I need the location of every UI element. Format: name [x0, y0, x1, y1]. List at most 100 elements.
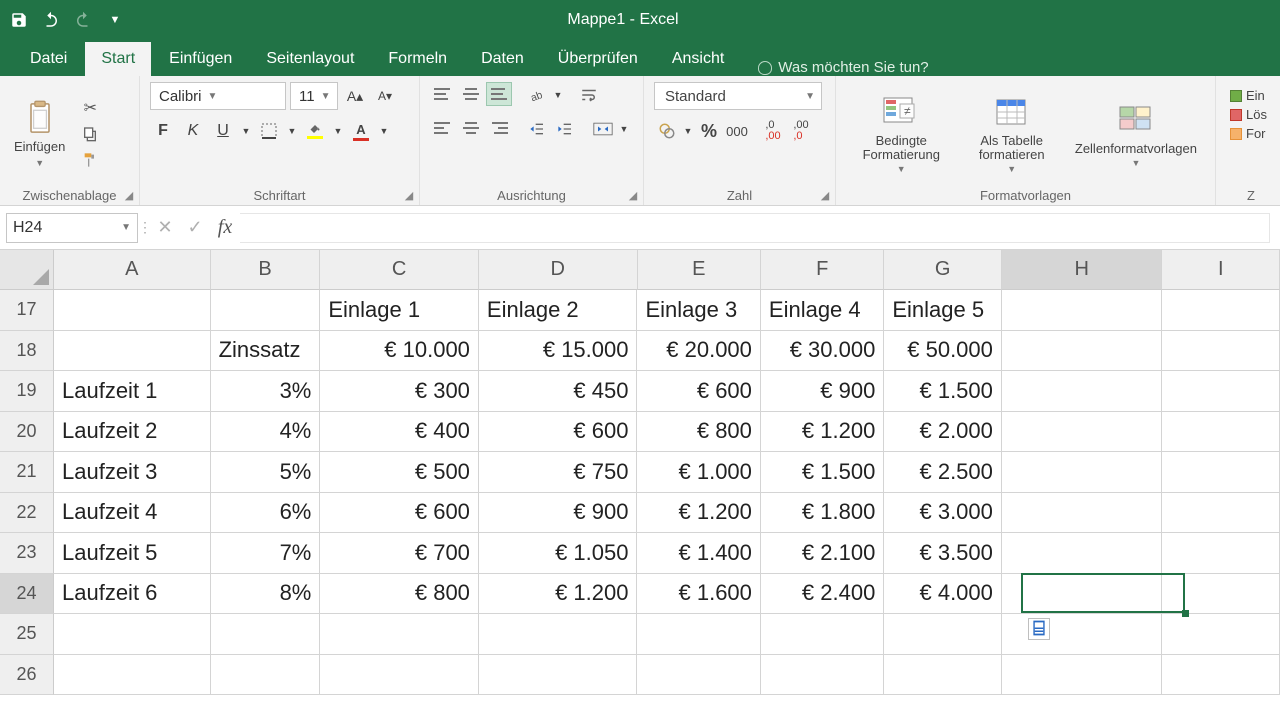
- cell-C19[interactable]: € 300: [320, 371, 479, 412]
- percent-button[interactable]: %: [696, 118, 722, 144]
- column-header-F[interactable]: F: [761, 250, 884, 290]
- cell-D21[interactable]: € 750: [479, 452, 638, 493]
- cell-G23[interactable]: € 3.500: [884, 533, 1002, 574]
- cell-E19[interactable]: € 600: [637, 371, 760, 412]
- cell-C18[interactable]: € 10.000: [320, 331, 479, 372]
- cell-F19[interactable]: € 900: [761, 371, 884, 412]
- tab-ueberpruefen[interactable]: Überprüfen: [542, 42, 654, 76]
- launcher-icon[interactable]: ◢: [627, 189, 639, 201]
- cell-E21[interactable]: € 1.000: [637, 452, 760, 493]
- format-cells-button[interactable]: For: [1230, 126, 1276, 141]
- enter-formula-icon[interactable]: ✓: [180, 213, 210, 243]
- cut-icon[interactable]: ✂: [77, 97, 103, 119]
- undo-icon[interactable]: [40, 9, 62, 31]
- cell-I21[interactable]: [1162, 452, 1280, 493]
- cell-B23[interactable]: 7%: [211, 533, 321, 574]
- redo-icon[interactable]: [72, 9, 94, 31]
- select-all-corner[interactable]: [0, 250, 54, 290]
- launcher-icon[interactable]: ◢: [123, 189, 135, 201]
- cell-E22[interactable]: € 1.200: [637, 493, 760, 534]
- align-top-icon[interactable]: [430, 82, 456, 106]
- cell-F25[interactable]: [761, 614, 884, 655]
- row-header-20[interactable]: 20: [0, 412, 54, 453]
- font-size-combo[interactable]: 11▼: [290, 82, 338, 110]
- cell-A25[interactable]: [54, 614, 211, 655]
- borders-button[interactable]: [256, 118, 282, 144]
- tab-daten[interactable]: Daten: [465, 42, 540, 76]
- font-color-button[interactable]: A: [348, 118, 374, 144]
- cell-G20[interactable]: € 2.000: [884, 412, 1002, 453]
- column-header-B[interactable]: B: [211, 250, 321, 290]
- row-header-21[interactable]: 21: [0, 452, 54, 493]
- accounting-format-button[interactable]: [654, 118, 680, 144]
- cell-B22[interactable]: 6%: [211, 493, 321, 534]
- cell-G21[interactable]: € 2.500: [884, 452, 1002, 493]
- align-left-icon[interactable]: [430, 116, 456, 140]
- format-painter-icon[interactable]: [77, 149, 103, 171]
- align-middle-icon[interactable]: [458, 82, 484, 106]
- cell-I22[interactable]: [1162, 493, 1280, 534]
- cell-C23[interactable]: € 700: [320, 533, 479, 574]
- cell-G17[interactable]: Einlage 5: [884, 290, 1002, 331]
- cell-B18[interactable]: Zinssatz: [211, 331, 321, 372]
- cell-D22[interactable]: € 900: [479, 493, 638, 534]
- cell-D20[interactable]: € 600: [479, 412, 638, 453]
- increase-indent-icon[interactable]: [552, 116, 578, 142]
- cell-I20[interactable]: [1162, 412, 1280, 453]
- format-as-table-button[interactable]: Als Tabelle formatieren ▼: [957, 94, 1067, 175]
- align-center-icon[interactable]: [458, 116, 484, 140]
- font-name-combo[interactable]: Calibri▼: [150, 82, 286, 110]
- cell-F23[interactable]: € 2.100: [761, 533, 884, 574]
- column-header-A[interactable]: A: [54, 250, 211, 290]
- underline-button[interactable]: U: [210, 118, 236, 144]
- decrease-decimal-icon[interactable]: ,00,0: [788, 118, 814, 144]
- qat-customize-icon[interactable]: ▼: [104, 9, 126, 31]
- cell-B17[interactable]: [211, 290, 321, 331]
- comma-style-button[interactable]: 000: [724, 118, 750, 144]
- cell-A26[interactable]: [54, 655, 211, 696]
- wrap-text-button[interactable]: [576, 82, 602, 108]
- bold-button[interactable]: F: [150, 118, 176, 144]
- cell-D23[interactable]: € 1.050: [479, 533, 638, 574]
- cell-B21[interactable]: 5%: [211, 452, 321, 493]
- row-header-23[interactable]: 23: [0, 533, 54, 574]
- cell-G26[interactable]: [884, 655, 1002, 696]
- cell-A24[interactable]: Laufzeit 6: [54, 574, 211, 615]
- cell-G19[interactable]: € 1.500: [884, 371, 1002, 412]
- orientation-dropdown-icon[interactable]: ▼: [552, 82, 564, 108]
- cell-I23[interactable]: [1162, 533, 1280, 574]
- cell-G22[interactable]: € 3.000: [884, 493, 1002, 534]
- column-header-D[interactable]: D: [479, 250, 638, 290]
- tab-einfuegen[interactable]: Einfügen: [153, 42, 248, 76]
- cancel-formula-icon[interactable]: ✕: [150, 213, 180, 243]
- cell-F18[interactable]: € 30.000: [761, 331, 884, 372]
- row-header-17[interactable]: 17: [0, 290, 54, 331]
- delete-cells-button[interactable]: Lös: [1230, 107, 1276, 122]
- cell-D19[interactable]: € 450: [479, 371, 638, 412]
- cell-E25[interactable]: [637, 614, 760, 655]
- align-bottom-icon[interactable]: [486, 82, 512, 106]
- cell-D24[interactable]: € 1.200: [479, 574, 638, 615]
- cells-area[interactable]: Einlage 1Einlage 2Einlage 3Einlage 4Einl…: [54, 290, 1280, 695]
- tell-me[interactable]: Was möchten Sie tun?: [758, 59, 928, 76]
- increase-decimal-icon[interactable]: ,0,00: [760, 118, 786, 144]
- column-header-I[interactable]: I: [1162, 250, 1280, 290]
- merge-dropdown-icon[interactable]: ▼: [618, 116, 630, 142]
- cell-D25[interactable]: [479, 614, 638, 655]
- tab-formeln[interactable]: Formeln: [372, 42, 463, 76]
- cell-G18[interactable]: € 50.000: [884, 331, 1002, 372]
- cell-I25[interactable]: [1162, 614, 1280, 655]
- cell-G24[interactable]: € 4.000: [884, 574, 1002, 615]
- conditional-formatting-button[interactable]: ≠ Bedingte Formatierung ▼: [846, 94, 957, 175]
- decrease-font-icon[interactable]: A▾: [372, 83, 398, 109]
- cell-A22[interactable]: Laufzeit 4: [54, 493, 211, 534]
- paste-button[interactable]: Einfügen ▼: [10, 99, 69, 170]
- cell-A17[interactable]: [54, 290, 211, 331]
- column-header-H[interactable]: H: [1002, 250, 1163, 290]
- cell-B24[interactable]: 8%: [211, 574, 321, 615]
- merge-button[interactable]: [590, 116, 616, 142]
- cell-A21[interactable]: Laufzeit 3: [54, 452, 211, 493]
- cell-G25[interactable]: [884, 614, 1002, 655]
- borders-dropdown-icon[interactable]: ▼: [286, 118, 298, 144]
- cell-E23[interactable]: € 1.400: [637, 533, 760, 574]
